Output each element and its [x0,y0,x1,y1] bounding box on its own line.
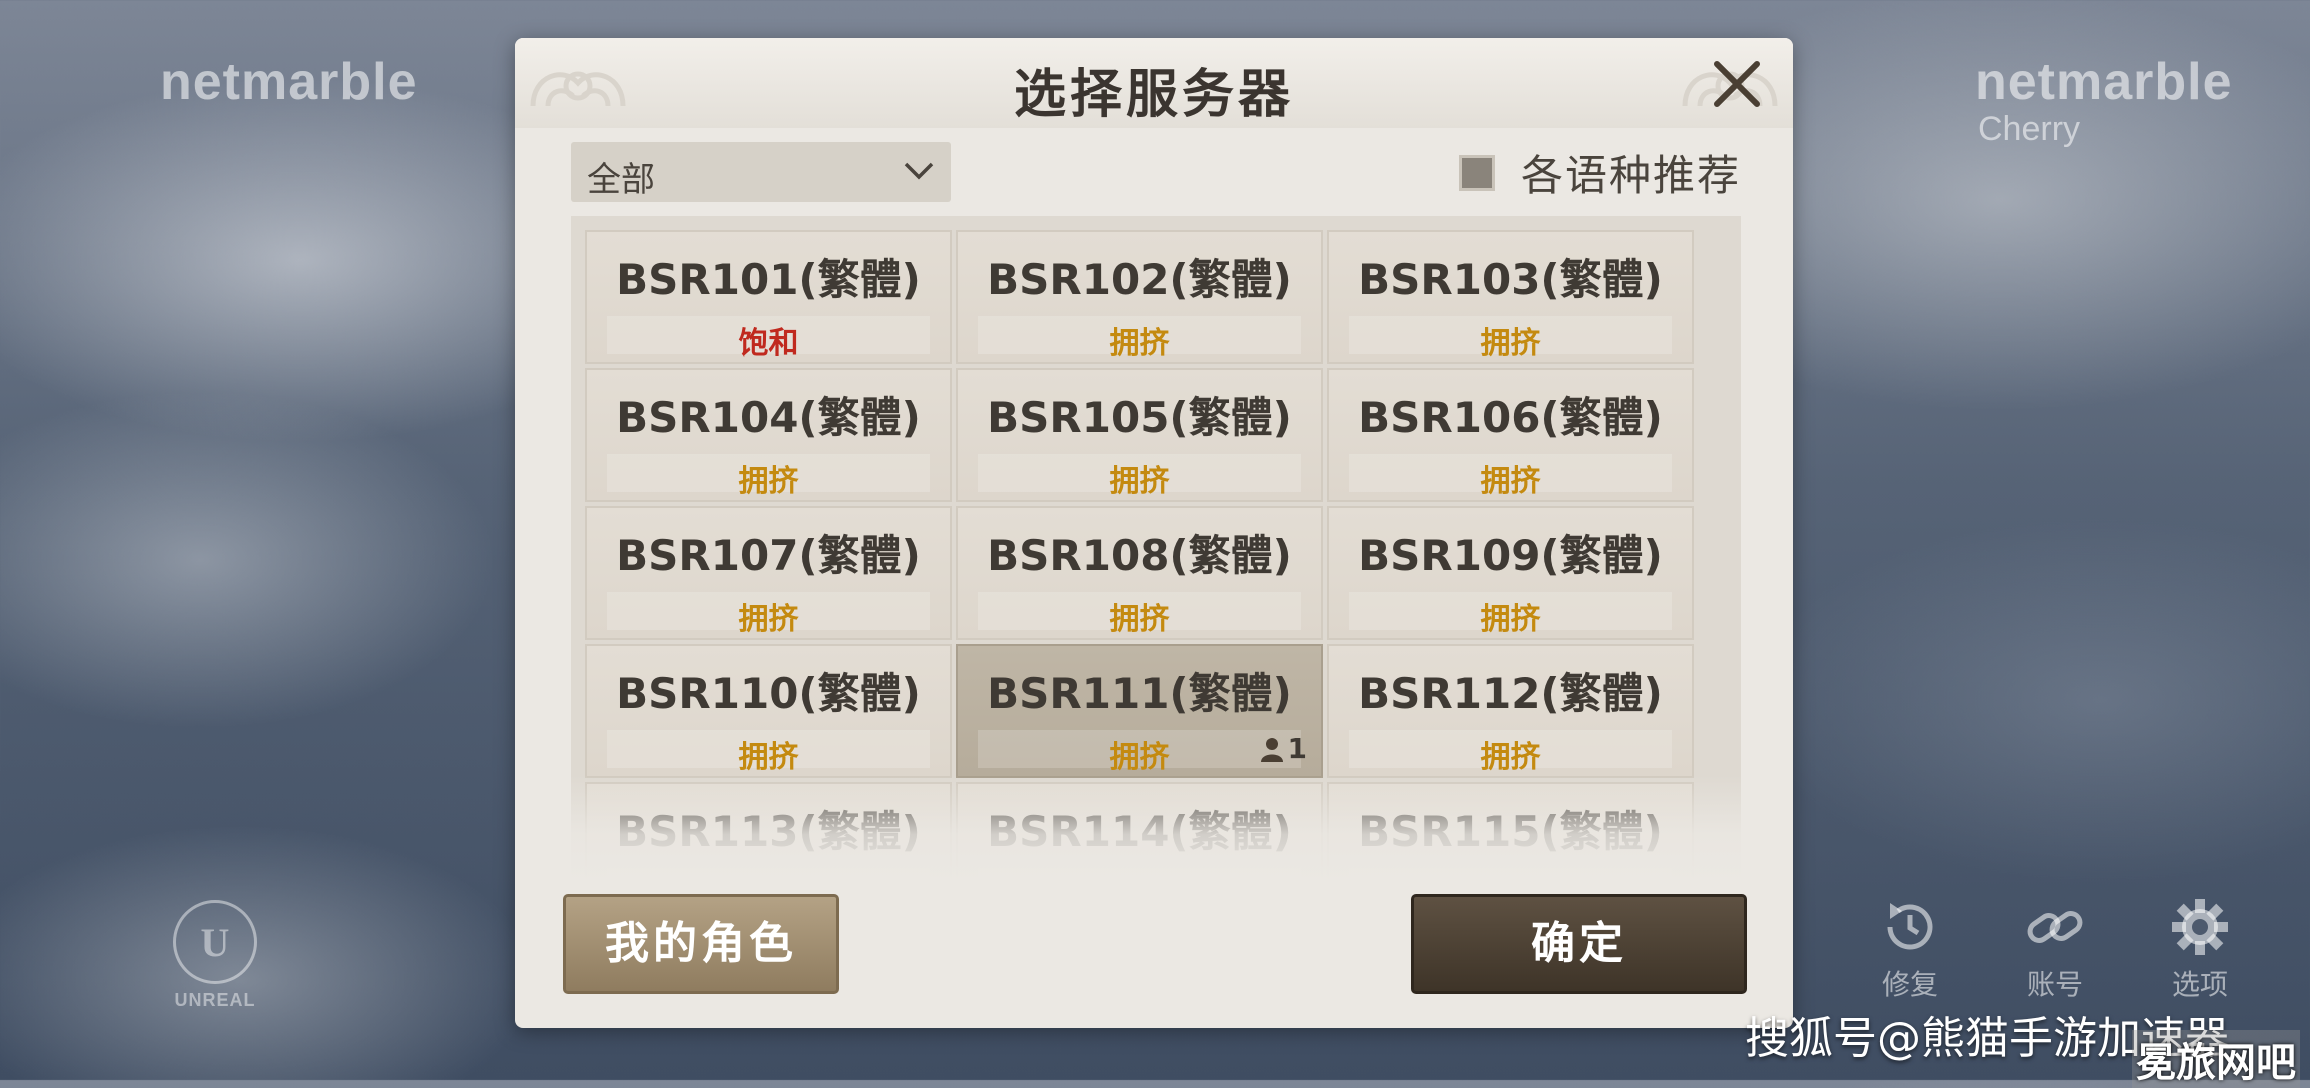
server-status: 拥挤 [1480,464,1541,499]
options-button[interactable]: 选项 [2155,895,2245,1003]
server-cell[interactable]: BSR104(繁體) 拥挤 [585,368,952,502]
server-list[interactable]: BSR101(繁體) 饱和 BSR102(繁體) 拥挤 BSR103(繁體) 拥挤 BSR1… [571,216,1741,882]
close-icon[interactable] [1709,56,1765,112]
server-name: BSR112(繁體) [1358,669,1663,718]
server-name: BSR109(繁體) [1358,531,1663,580]
confirm-button[interactable]: 确定 [1411,894,1747,994]
server-cell[interactable]: BSR109(繁體) 拥挤 [1327,506,1694,640]
server-name: BSR106(繁體) [1358,393,1663,442]
server-name: BSR104(繁體) [616,393,921,442]
server-status: 拥挤 [1480,740,1541,775]
server-name: BSR108(繁體) [987,531,1292,580]
account-label: 账号 [2026,968,2083,1001]
server-cell[interactable]: BSR113(繁體) [585,782,952,882]
account-button[interactable]: 账号 [2010,895,2100,1003]
server-name: BSR103(繁體) [1358,255,1663,304]
filter-value: 全部 [587,160,655,200]
server-cell[interactable]: BSR115(繁體) [1327,782,1694,882]
status-strip [1349,868,1672,882]
link-icon [2027,911,2083,943]
server-cell[interactable]: BSR101(繁體) 饱和 [585,230,952,364]
server-cell[interactable]: BSR112(繁體) 拥挤 [1327,644,1694,778]
server-name: BSR111(繁體) [987,669,1292,718]
unreal-icon: U [173,900,257,984]
server-status: 拥挤 [1480,326,1541,361]
server-cell[interactable]: BSR114(繁體) [956,782,1323,882]
my-characters-button[interactable]: 我的角色 [563,894,839,994]
server-cell[interactable]: BSR103(繁體) 拥挤 [1327,230,1694,364]
server-cell[interactable]: BSR111(繁體) 拥挤 1 [956,644,1323,778]
server-status: 拥挤 [738,464,799,499]
server-name: BSR113(繁體) [616,807,921,856]
character-count: 1 [1260,732,1307,765]
server-name: BSR107(繁體) [616,531,921,580]
server-status: 拥挤 [738,740,799,775]
server-status: 拥挤 [1109,326,1170,361]
status-strip [607,868,930,882]
gear-icon [2172,899,2228,955]
server-name: BSR101(繁體) [616,255,921,304]
recommend-label: 各语种推荐 [1520,151,1741,200]
server-status: 饱和 [738,326,799,361]
language-recommend-toggle[interactable]: 各语种推荐 [1458,142,1741,203]
server-name: BSR110(繁體) [616,669,921,718]
server-cell[interactable]: BSR108(繁體) 拥挤 [956,506,1323,640]
server-select-dialog: 选择服务器 全部 各语种推荐 BSR101(繁體) 饱和 BSR102(繁體) 拥挤 B… [515,38,1793,1028]
character-count-value: 1 [1287,732,1307,765]
status-strip [978,868,1301,882]
recommend-checkbox[interactable] [1458,154,1495,191]
server-cell[interactable]: BSR107(繁體) 拥挤 [585,506,952,640]
repair-label: 修复 [1881,968,1938,1001]
chevron-down-icon [904,162,934,180]
person-icon [1260,737,1283,762]
netmarble-logo-right: netmarble [1975,53,2233,111]
repair-button[interactable]: 修复 [1865,895,1955,1003]
unreal-engine-logo: U UNREAL [160,900,270,1011]
unreal-logo-text: UNREAL [174,990,256,1010]
netmarble-logo-left: netmarble [160,53,418,111]
server-name: BSR115(繁體) [1358,807,1663,856]
server-status: 拥挤 [1480,602,1541,637]
server-name: BSR114(繁體) [987,807,1292,856]
repair-icon [1887,903,1933,950]
corner-watermark: 冕旅网吧 [2132,1030,2300,1088]
cherry-logo-text: Cherry [1978,110,2081,148]
server-cell[interactable]: BSR110(繁體) 拥挤 [585,644,952,778]
server-cell[interactable]: BSR106(繁體) 拥挤 [1327,368,1694,502]
server-grid: BSR101(繁體) 饱和 BSR102(繁體) 拥挤 BSR103(繁體) 拥挤 BSR1… [585,230,1694,882]
region-filter-dropdown[interactable]: 全部 [571,142,951,202]
server-name: BSR105(繁體) [987,393,1292,442]
side-tools: 修复 账号 选项 [1865,895,2245,1003]
server-cell[interactable]: BSR102(繁體) 拥挤 [956,230,1323,364]
server-status: 拥挤 [1109,464,1170,499]
server-status: 拥挤 [738,602,799,637]
server-status: 拥挤 [1109,602,1170,637]
server-name: BSR102(繁體) [987,255,1292,304]
options-label: 选项 [2171,968,2228,1001]
server-cell[interactable]: BSR105(繁體) 拥挤 [956,368,1323,502]
dialog-title: 选择服务器 [1013,65,1294,125]
dialog-header: 选择服务器 [515,38,1793,128]
